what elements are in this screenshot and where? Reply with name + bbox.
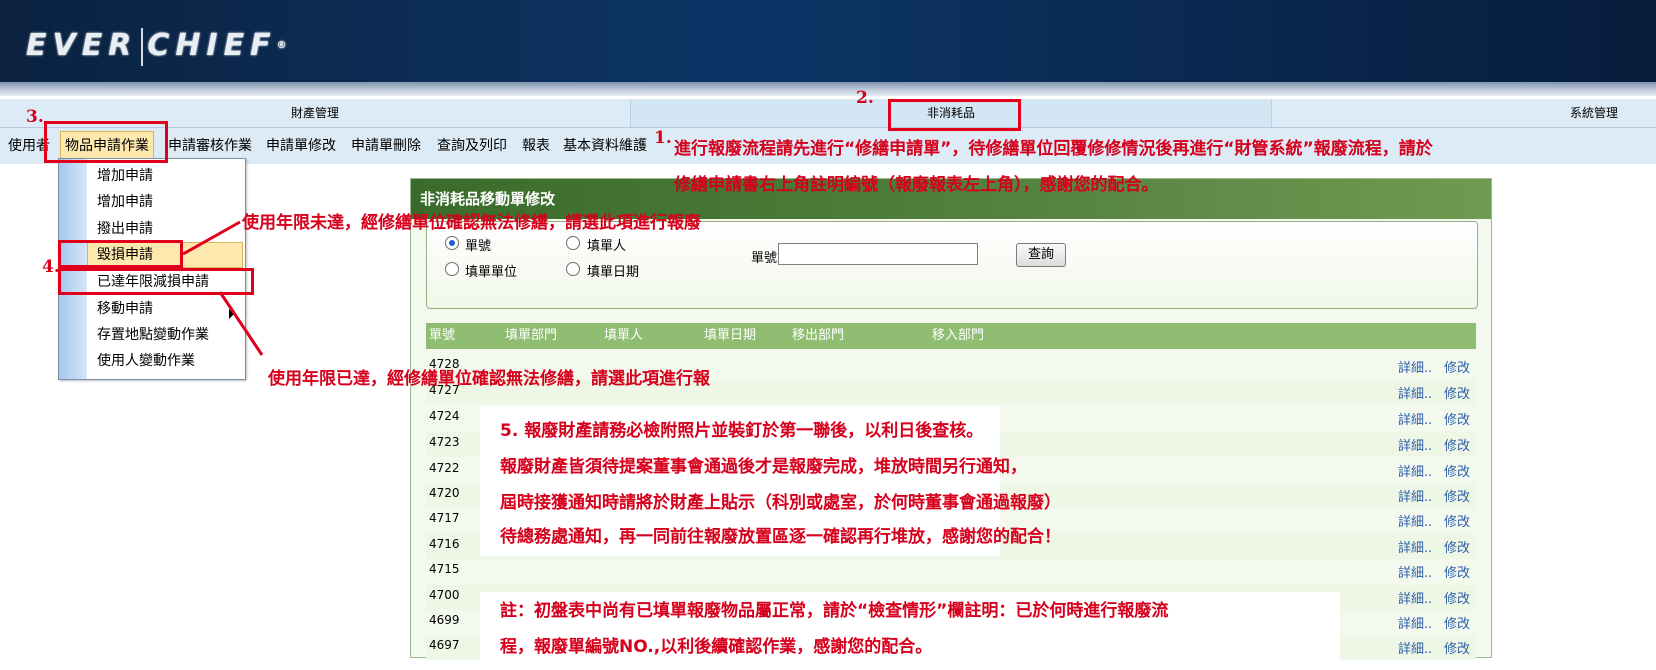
annotation-note-5-line-1: 報廢財產請務必檢附照片並裝釘於第一聯後，以利日後查核。 [524, 421, 984, 441]
annotation-connector-lines [182, 220, 264, 356]
annotation-number-5-label: 5. [500, 421, 519, 441]
annotation-number-5: 5. 報廢財產請務必檢附照片並裝釘於第一聯後，以利日後查核。 [500, 416, 983, 441]
annotation-note-expired: 使用年限已達，經修繕單位確認無法修繕，請選此項進行報 [268, 369, 710, 389]
annotation-note-6-line-1: 註：初盤表中尚有已填單報廢物品屬正常，請於“檢查情形”欄註明：已於何時進行報廢流 [500, 601, 1169, 621]
annotation-number-4: 4. [42, 257, 60, 277]
annotation-note-1-line-1: 進行報廢流程請先進行“修繕申請單”，待修繕單位回覆修修情況後再進行“財管系統”報… [674, 139, 1433, 159]
annotation-note-5-line-3: 屆時接獲通知時請將於財產上貼示（科別或處室，於何時董事會通過報廢） [500, 493, 1061, 513]
annotation-note-damage: 使用年限未達，經修繕單位確認無法修繕，請選此項進行報廢 [242, 213, 701, 233]
annotation-note-1-line-2: 修繕申請書右上角註明編號（報廢報表左上角），感謝您的配合。 [674, 175, 1159, 195]
annotation-number-2: 2. [856, 88, 874, 108]
annotation-note-5-line-4: 待總務處通知，再一同前往報廢放置區逐一確認再行堆放，感謝您的配合！ [500, 527, 1061, 547]
annotation-number-3: 3. [26, 107, 44, 127]
annotation-note-5-line-2: 報廢財產皆須待提案董事會通過後才是報廢完成，堆放時間另行通知， [500, 457, 1027, 477]
annotation-note-6-line-2: 程，報廢單編號NO.,以利後續確認作業，感謝您的配合。 [500, 637, 933, 657]
annotation-number-1: 1. [654, 128, 672, 148]
